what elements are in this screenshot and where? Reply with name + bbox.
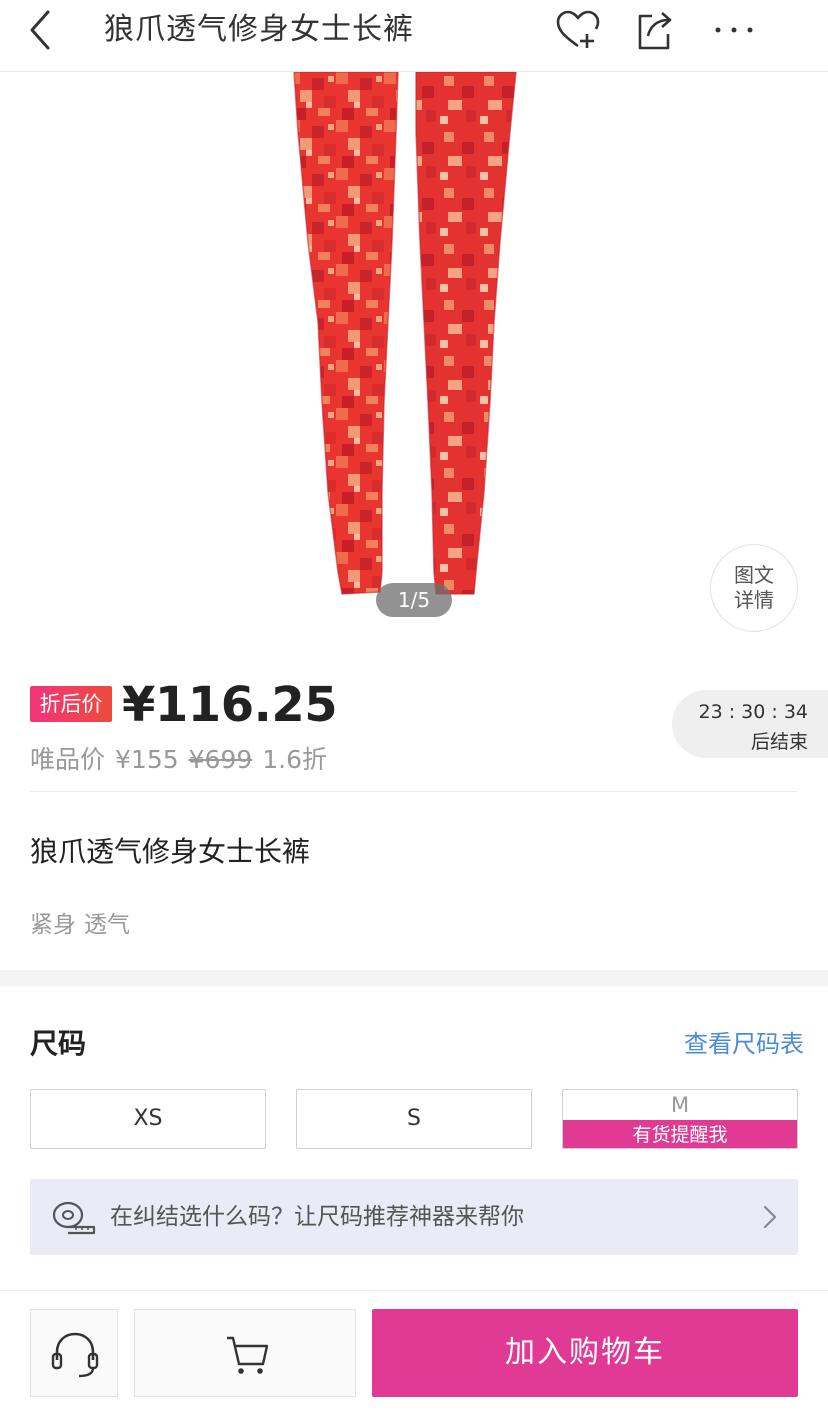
size-section-title: 尺码: [30, 1027, 87, 1060]
chevron-right-icon: [760, 1203, 780, 1231]
headset-icon: [51, 1332, 99, 1378]
size-option-m[interactable]: M 有货提醒我: [562, 1089, 798, 1149]
product-image: [293, 72, 517, 595]
size-option-m-label: M: [670, 1093, 690, 1117]
back-arrow-icon[interactable]: [22, 8, 62, 52]
page-title: 狼爪透气修身女士长裤: [104, 12, 414, 47]
divider: [30, 791, 798, 792]
product-tags: 紧身 透气: [30, 910, 138, 940]
product-tag: 透气: [84, 912, 130, 938]
countdown-suffix: 后结束: [750, 731, 808, 753]
size-recommend-banner[interactable]: 在纠结选什么码？让尺码推荐神器来帮你: [30, 1179, 798, 1255]
section-gap: [0, 970, 828, 986]
shopping-cart-button[interactable]: [134, 1309, 356, 1397]
discount-rate: 1.6折: [262, 745, 328, 774]
price-comparison-row: 唯品价 ¥155 ¥699 1.6折: [30, 744, 337, 776]
add-to-cart-button[interactable]: 加入购物车: [372, 1309, 798, 1397]
original-price: ¥699: [188, 745, 253, 774]
size-option-xs[interactable]: XS: [30, 1089, 266, 1149]
cart-icon: [227, 1336, 269, 1374]
sale-countdown: 23 : 30 : 34 后结束: [672, 690, 828, 758]
measuring-tape-icon: [52, 1199, 96, 1235]
detail-button-line2: 详情: [734, 588, 774, 612]
countdown-time: 23 : 30 : 34: [698, 701, 809, 723]
discount-price-tag: 折后价: [30, 686, 112, 722]
product-image-gallery[interactable]: [0, 72, 828, 644]
bottom-action-bar: 加入购物车: [0, 1290, 828, 1416]
detail-button-line1: 图文: [734, 563, 774, 587]
heart-plus-icon[interactable]: [554, 8, 602, 52]
size-chart-link[interactable]: 查看尺码表: [684, 1028, 804, 1060]
size-option-s[interactable]: S: [296, 1089, 532, 1149]
top-nav-bar: 狼爪透气修身女士长裤: [0, 0, 828, 72]
image-page-indicator: 1/5: [376, 583, 452, 617]
graphic-detail-button[interactable]: 图文 详情: [710, 544, 798, 632]
product-tag: 紧身: [30, 912, 76, 938]
size-recommend-text: 在纠结选什么码？让尺码推荐神器来帮你: [110, 1204, 524, 1230]
vip-price-label: 唯品价: [30, 745, 106, 774]
more-icon[interactable]: [712, 8, 760, 52]
share-icon[interactable]: [630, 8, 678, 52]
vip-price: ¥155: [115, 745, 179, 774]
product-name: 狼爪透气修身女士长裤: [30, 835, 311, 868]
current-price: ¥116.25: [122, 677, 338, 733]
restock-remind-button[interactable]: 有货提醒我: [563, 1120, 797, 1148]
customer-service-button[interactable]: [30, 1309, 118, 1397]
